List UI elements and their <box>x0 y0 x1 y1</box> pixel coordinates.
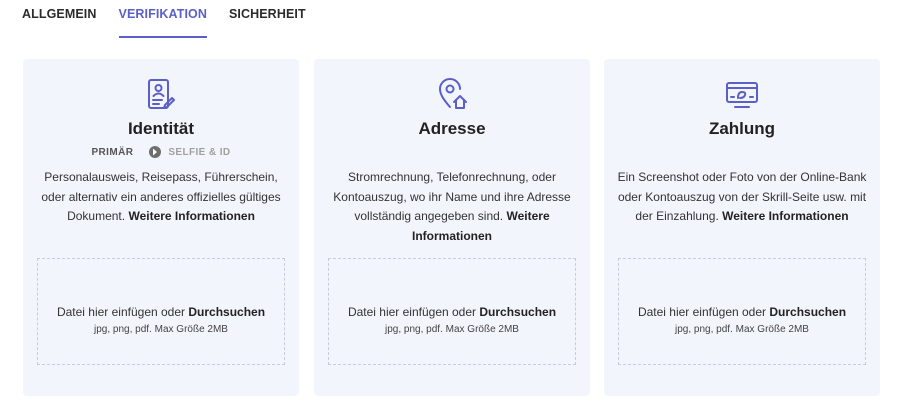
file-format-hint: jpg, png, pdf. Max Größe 2MB <box>675 324 809 335</box>
address-card: Adresse Stromrechnung, Telefonrechnung, … <box>314 59 590 396</box>
browse-link[interactable]: Durchsuchen <box>188 305 265 319</box>
card-title: Identität <box>127 119 195 138</box>
card-title: Adresse <box>418 119 486 138</box>
tab-verifikation[interactable]: VERIFIKATION <box>118 0 208 38</box>
payment-card: Zahlung Ein Screenshot oder Foto von der… <box>604 59 880 396</box>
identity-card: Identität PRIMÄR SELFIE & ID Personalaus… <box>23 59 299 396</box>
payment-card-icon <box>604 77 880 113</box>
arrow-right-icon <box>149 146 162 158</box>
file-format-hint: jpg, png, pdf. Max Größe 2MB <box>385 324 519 335</box>
file-format-hint: jpg, png, pdf. Max Größe 2MB <box>94 324 228 335</box>
step-primary-label: PRIMÄR <box>91 146 134 158</box>
more-info-link[interactable]: Weitere Informationen <box>128 209 254 223</box>
card-description: Personalausweis, Reisepass, Führerschein… <box>41 170 281 223</box>
card-description: Stromrechnung, Telefonrechnung, oder Kon… <box>333 170 571 243</box>
card-description: Ein Screenshot oder Foto von der Online-… <box>617 170 867 223</box>
card-title: Zahlung <box>708 119 776 138</box>
browse-link[interactable]: Durchsuchen <box>479 305 556 319</box>
file-drop-zone[interactable]: Datei hier einfügen oder Durchsuchen jpg… <box>37 258 285 365</box>
file-drop-zone[interactable]: Datei hier einfügen oder Durchsuchen jpg… <box>618 258 866 365</box>
tab-allgemein[interactable]: ALLGEMEIN <box>22 0 97 38</box>
tab-bar: ALLGEMEIN VERIFIKATION SICHERHEIT <box>22 0 328 38</box>
browse-link[interactable]: Durchsuchen <box>769 305 846 319</box>
file-drop-zone[interactable]: Datei hier einfügen oder Durchsuchen jpg… <box>328 258 576 365</box>
verification-steps: PRIMÄR SELFIE & ID <box>23 146 299 158</box>
more-info-link[interactable]: Weitere Informationen <box>722 209 848 223</box>
home-location-icon <box>314 77 590 113</box>
step-secondary-label: SELFIE & ID <box>168 146 231 158</box>
id-document-icon <box>23 77 299 113</box>
tab-sicherheit[interactable]: SICHERHEIT <box>229 0 306 38</box>
